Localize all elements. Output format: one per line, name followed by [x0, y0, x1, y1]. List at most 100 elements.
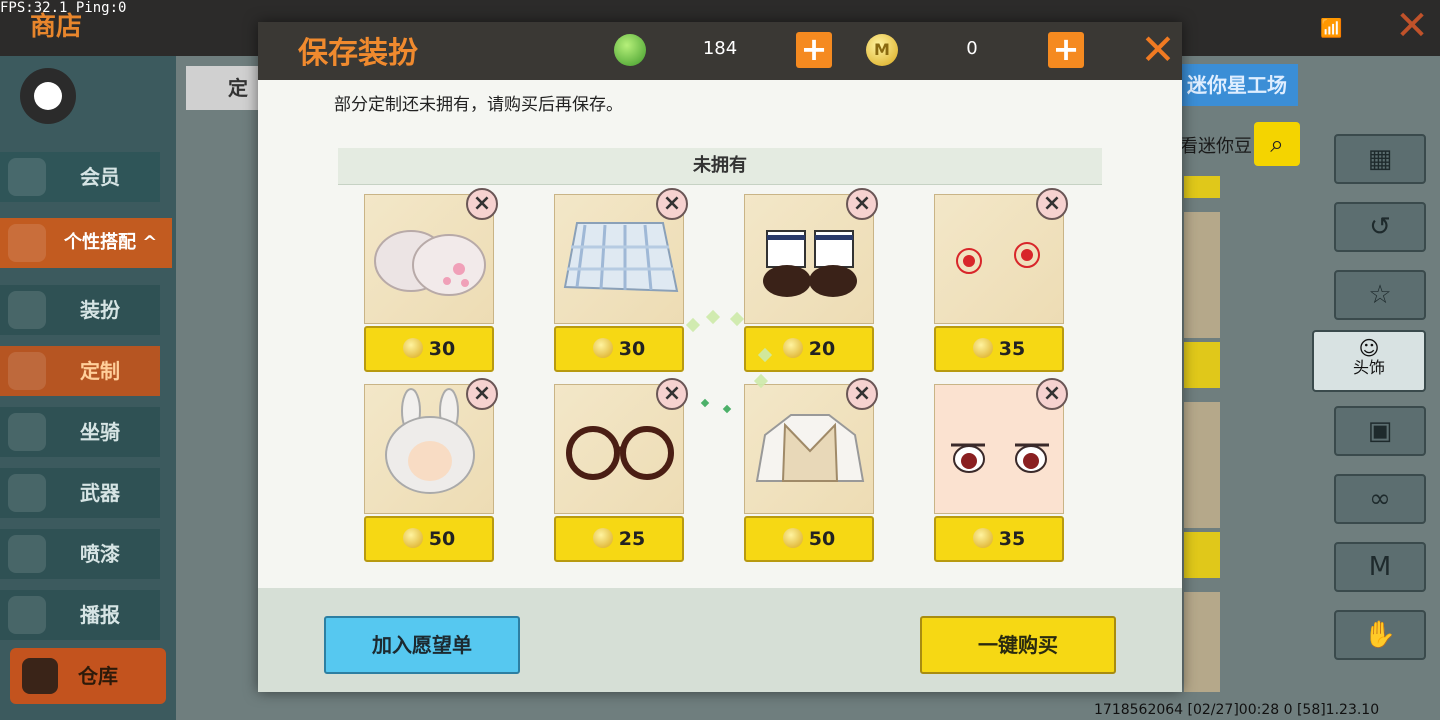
spray-can-icon — [8, 535, 46, 573]
sidebar-item-personal-style[interactable]: 个性搭配 ^ — [0, 218, 172, 268]
item-card-round-glasses[interactable]: × 25 — [554, 378, 688, 562]
sidebar-item-label: 装扮 — [80, 298, 120, 322]
remove-item-button[interactable]: × — [466, 188, 498, 220]
price-tag: 35 — [934, 516, 1064, 562]
buy-all-button[interactable]: 一键购买 — [920, 616, 1116, 674]
warehouse-button[interactable]: 仓库 — [10, 648, 166, 704]
save-outfit-dialog: 保存装扮 184 + M 0 + ✕ 部分定制还未拥有，请购买后再保存。 未拥有… — [258, 22, 1182, 692]
sidebar-item-label: 定制 — [80, 359, 120, 383]
notice-text: 部分定制还未拥有，请购买后再保存。 — [334, 95, 623, 115]
price-tag: 25 — [554, 516, 684, 562]
workshop-button[interactable]: 迷你星工场 — [1176, 64, 1298, 106]
gem-icon — [614, 34, 646, 66]
price-value: 35 — [998, 338, 1026, 360]
right-tab-hand[interactable]: ✋ — [1334, 610, 1426, 660]
price-value: 50 — [428, 528, 456, 550]
right-tab-headwear[interactable]: ☺ 头饰 — [1312, 330, 1426, 392]
bg-card — [1184, 402, 1220, 528]
tab-custom[interactable]: 定 — [186, 66, 266, 110]
loading-sparkle — [729, 311, 745, 327]
sidebar-item-mount[interactable]: 坐骑 — [0, 407, 160, 457]
vip-icon — [8, 158, 46, 196]
outfit-icon: ☆ — [1368, 280, 1392, 310]
bg-card — [1184, 212, 1220, 338]
right-tab-history[interactable]: ↺ — [1334, 202, 1426, 252]
shirt-icon: M — [1368, 552, 1392, 582]
loading-sparkle — [700, 398, 710, 408]
sidebar-item-label: 播报 — [80, 603, 120, 627]
add-to-wishlist-button[interactable]: 加入愿望单 — [324, 616, 520, 674]
left-sidebar: 会员 个性搭配 ^ 装扮 定制 坐骑 武器 喷漆 播报 — [0, 56, 176, 720]
build-info: 1718562064 [02/27]00:28 0 [58]1.23.10 — [1094, 702, 1380, 718]
item-card-bunny-paw-gloves[interactable]: × 30 — [364, 188, 498, 372]
remove-item-button[interactable]: × — [656, 188, 688, 220]
price-tag: 30 — [364, 326, 494, 372]
hand-icon: ✋ — [1363, 620, 1397, 650]
remove-item-button[interactable]: × — [846, 188, 878, 220]
item-card-sweater-vest-top[interactable]: × 50 — [744, 378, 878, 562]
right-tab-outfit[interactable]: ☆ — [1334, 270, 1426, 320]
bg-card — [1184, 176, 1220, 198]
sidebar-item-label: 会员 — [80, 165, 120, 189]
price-value: 30 — [428, 338, 456, 360]
trophy-icon — [8, 224, 46, 262]
section-header: 未拥有 — [338, 148, 1102, 185]
mask-icon: ∞ — [1369, 484, 1391, 514]
sidebar-item-weapon[interactable]: 武器 — [0, 468, 160, 518]
item-card-black-shoes-socks[interactable]: × 20 — [744, 188, 878, 372]
search-button[interactable]: ⌕ — [1254, 122, 1300, 166]
coin-icon — [972, 528, 993, 548]
price-value: 20 — [808, 338, 836, 360]
remove-item-button[interactable]: × — [1036, 188, 1068, 220]
item-card-red-flower-accessory[interactable]: × 35 — [934, 188, 1068, 372]
sidebar-item-outfit[interactable]: 装扮 — [0, 285, 160, 335]
sidebar-item-label: 喷漆 — [80, 542, 120, 566]
item-card-plaid-skirt[interactable]: × 30 — [554, 188, 688, 372]
remove-item-button[interactable]: × — [846, 378, 878, 410]
sidebar-item-vip[interactable]: 会员 — [0, 152, 160, 202]
chevron-up-icon: ^ — [136, 232, 158, 253]
dialog-title: 保存装扮 — [298, 36, 418, 71]
price-tag: 50 — [364, 516, 494, 562]
item-card-bunny-ear-hair[interactable]: × 50 — [364, 378, 498, 562]
right-tab-face[interactable]: ▣ — [1334, 406, 1426, 456]
close-icon[interactable]: ✕ — [1138, 28, 1178, 72]
fps-readout: FPS:32.1 Ping:0 — [0, 0, 127, 16]
remove-item-button[interactable]: × — [1036, 378, 1068, 410]
coin-icon — [592, 528, 613, 548]
signal-icon: 📶 — [1320, 18, 1343, 39]
right-tab-shirt[interactable]: M — [1334, 542, 1426, 592]
add-gems-button[interactable]: + — [796, 32, 832, 68]
coin-icon — [592, 338, 613, 358]
warehouse-label: 仓库 — [78, 664, 118, 688]
chest-icon — [22, 658, 58, 694]
item-card-red-eyes-face[interactable]: × 35 — [934, 378, 1068, 562]
history-icon: ↺ — [1369, 212, 1391, 242]
coin-icon — [402, 528, 423, 548]
right-tab-label: 头饰 — [1352, 358, 1385, 377]
sidebar-item-label: 武器 — [80, 481, 120, 505]
section-label: 未拥有 — [693, 155, 747, 176]
mount-icon — [8, 413, 46, 451]
add-coins-button[interactable]: + — [1048, 32, 1084, 68]
dialog-footer: 加入愿望单 一键购买 — [258, 588, 1182, 692]
remove-item-button[interactable]: × — [656, 378, 688, 410]
coin-icon — [402, 338, 423, 358]
shop-close-icon[interactable]: ✕ — [1392, 6, 1432, 46]
right-tab-grid[interactable]: ▦ — [1334, 134, 1426, 184]
outfit-icon — [8, 291, 46, 329]
sidebar-item-broadcast[interactable]: 播报 — [0, 590, 160, 640]
coin-icon: M — [866, 34, 898, 66]
coin-icon — [782, 528, 803, 548]
price-value: 50 — [808, 528, 836, 550]
loading-sparkle — [685, 317, 701, 333]
bg-card — [1184, 342, 1220, 388]
coin-icon — [782, 338, 803, 358]
head-icon: ☺ — [1358, 336, 1380, 360]
sidebar-item-custom[interactable]: 定制 — [0, 346, 160, 396]
coin-icon — [972, 338, 993, 358]
right-tab-mask[interactable]: ∞ — [1334, 474, 1426, 524]
sidebar-item-spray[interactable]: 喷漆 — [0, 529, 160, 579]
remove-item-button[interactable]: × — [466, 378, 498, 410]
loading-sparkle — [705, 309, 721, 325]
